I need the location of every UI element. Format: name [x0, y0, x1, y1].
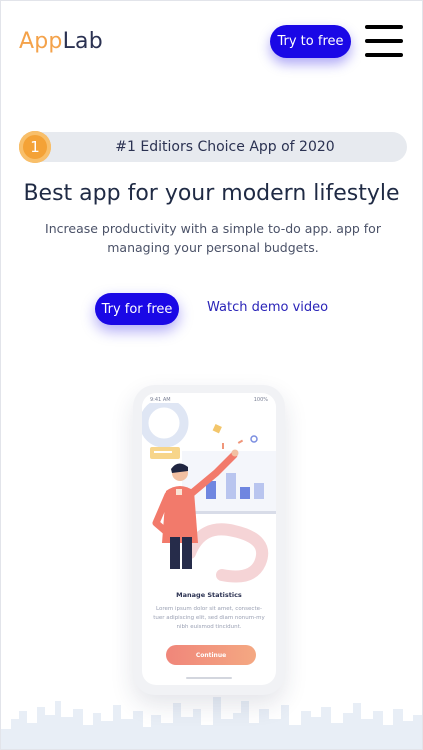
award-badge: #1 Editiors Choice App of 2020 1: [19, 131, 407, 163]
manage-statistics-text: Lorem ipsum dolor sit amet, consecte-tue…: [153, 606, 265, 630]
applab-logo[interactable]: AppLab: [19, 29, 103, 54]
hamburger-line: [365, 39, 403, 43]
manage-statistics-title: Manage Statistics: [176, 591, 242, 599]
statistics-illustration: [142, 403, 276, 583]
phone-mockup: 9:41 AM 100% Manage Statistics Lorem ips…: [133, 385, 285, 695]
try-for-free-button[interactable]: Try for free: [95, 293, 179, 325]
hero-subtitle: Increase productivity with a simple to-d…: [45, 221, 381, 255]
award-badge-text: #1 Editiors Choice App of 2020: [115, 139, 335, 155]
hamburger-line: [365, 53, 403, 57]
hamburger-menu-icon[interactable]: [365, 25, 403, 58]
hero-title: Best app for your modern lifestyle: [23, 181, 400, 206]
city-skyline-illustration: [1, 697, 422, 749]
logo-lab-text: Lab: [62, 29, 103, 54]
rank-number-icon: 1: [19, 131, 51, 163]
landing-page: AppLab Try to free #1 Editiors Choice Ap…: [0, 0, 423, 750]
phone-screen: 9:41 AM 100% Manage Statistics Lorem ips…: [142, 393, 276, 685]
continue-button[interactable]: Continue: [166, 645, 256, 665]
hamburger-line: [365, 25, 403, 29]
watch-demo-video-link[interactable]: Watch demo video: [207, 300, 328, 315]
try-to-free-button[interactable]: Try to free: [270, 25, 351, 58]
home-indicator: [186, 677, 232, 679]
logo-app-text: App: [19, 29, 63, 54]
